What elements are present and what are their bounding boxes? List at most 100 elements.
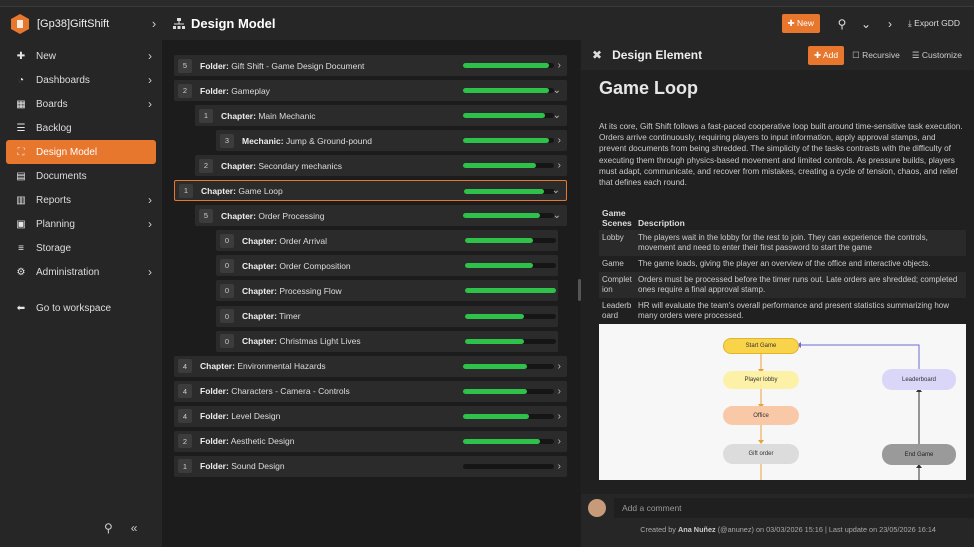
- child-count-badge: 4: [178, 359, 192, 374]
- sidebar-item-boards[interactable]: ▦ Boards ›: [0, 92, 162, 116]
- progress-bar: [463, 113, 554, 119]
- tree-row[interactable]: 0Chapter: Order Composition›: [216, 255, 558, 277]
- chevron-right-icon[interactable]: ›: [558, 135, 561, 146]
- sidebar-item-reports[interactable]: ▥ Reports ›: [0, 188, 162, 212]
- tree-row[interactable]: 4 Folder: Level Design ›: [174, 405, 567, 427]
- progress-bar: [463, 413, 554, 419]
- arrow-left-icon: ⬅: [16, 302, 26, 314]
- footer-author[interactable]: Ana Nuñez: [678, 525, 716, 534]
- pin-icon[interactable]: ⚲: [104, 521, 113, 535]
- sidebar-item-label: Backlog: [36, 122, 72, 134]
- scene-cell: Completion: [599, 272, 635, 299]
- element-description: At its core, Gift Shift follows a fast-p…: [599, 122, 963, 188]
- sidebar: [Gp38]GiftShift › ✚ New › ◔ Dashboards › ▦ Boar…: [0, 7, 162, 547]
- chevron-down-icon[interactable]: ⌄: [553, 85, 561, 96]
- chevron-right-icon[interactable]: ›: [558, 411, 561, 422]
- tree-row[interactable]: 5 Folder: Gift Shift - Game Design Docume…: [174, 55, 567, 76]
- sidebar-item-new[interactable]: ✚ New ›: [0, 44, 162, 68]
- tree-row-kind: Chapter:: [221, 160, 256, 171]
- sidebar-item-backlog[interactable]: ☰ Backlog: [0, 116, 162, 140]
- tree-row[interactable]: 5 Chapter: Order Processing ⌄: [195, 205, 567, 227]
- sidebar-item-documents[interactable]: ▤ Documents: [0, 164, 162, 188]
- close-icon[interactable]: ✖: [592, 48, 602, 62]
- chevron-down-icon[interactable]: ⌄: [553, 110, 561, 121]
- sidebar-item-administration[interactable]: ⚙ Administration ›: [0, 260, 162, 284]
- tree-row-name: Environmental Hazards: [237, 361, 326, 372]
- description-cell: Orders must be processed before the time…: [635, 272, 966, 299]
- tree-row[interactable]: 1 Folder: Sound Design ›: [174, 455, 567, 477]
- sidebar-item-label: Reports: [36, 194, 72, 206]
- chevron-right-icon: ›: [148, 217, 152, 231]
- gear-icon: ⚙: [16, 266, 26, 278]
- sidebar-item-dashboards[interactable]: ◔ Dashboards ›: [0, 68, 162, 92]
- progress-fill: [465, 288, 556, 294]
- chevron-right-icon[interactable]: ›: [558, 361, 561, 372]
- tree-row[interactable]: 2 Folder: Aesthetic Design ›: [174, 430, 567, 452]
- sidebar-item-design-model[interactable]: ⛶ Design Model: [6, 140, 156, 164]
- sidebar-nav: ✚ New › ◔ Dashboards › ▦ Boards › ☰ Backlog ⛶ Design…: [0, 44, 162, 320]
- avatar: [588, 499, 606, 517]
- chevron-right-icon: ›: [148, 73, 152, 87]
- tree-row[interactable]: 4 Folder: Characters - Camera - Controls ›: [174, 380, 567, 402]
- tree-row[interactable]: 0Chapter: Order Arrival›: [216, 230, 558, 252]
- search-icon[interactable]: ⚲: [830, 17, 854, 31]
- progress-bar: [463, 363, 554, 369]
- chevron-right-icon[interactable]: ›: [558, 60, 561, 71]
- calendar-icon: ▣: [16, 218, 26, 230]
- tree-row-name: Aesthetic Design: [230, 436, 295, 447]
- tree-row-name: Gameplay: [231, 85, 270, 96]
- tree-row[interactable]: 2 Chapter: Secondary mechanics ›: [195, 155, 567, 177]
- progress-bar: [463, 438, 554, 444]
- sidebar-item-label: Design Model: [36, 146, 98, 158]
- tree-row-name: Order Arrival: [279, 235, 328, 246]
- hexagon-logo-icon: [11, 13, 29, 34]
- progress-bar: [464, 189, 555, 195]
- export-gdd-button[interactable]: ⤓ Export GDD: [908, 18, 960, 29]
- progress-fill: [463, 438, 541, 444]
- chevron-right-icon[interactable]: ›: [558, 461, 561, 472]
- chevron-right-icon[interactable]: ›: [878, 17, 902, 31]
- tree-row[interactable]: 0Chapter: Christmas Light Lives›: [216, 330, 558, 352]
- project-switcher[interactable]: [Gp38]GiftShift ›: [0, 7, 162, 40]
- customize-button[interactable]: ☰ Customize: [912, 50, 962, 61]
- sidebar-item-storage[interactable]: ≡ Storage: [0, 236, 162, 260]
- tree-row-name: Gift Shift - Game Design Document: [231, 60, 365, 71]
- tree-row-kind: Folder:: [200, 411, 229, 422]
- tree-row[interactable]: 1 Chapter: Main Mechanic ⌄: [195, 105, 567, 127]
- sidebar-item-planning[interactable]: ▣ Planning ›: [0, 212, 162, 236]
- tree-row-kind: Mechanic:: [242, 135, 284, 146]
- child-count-badge: 5: [199, 208, 213, 223]
- tree-row[interactable]: 0Chapter: Processing Flow›: [216, 280, 558, 302]
- progress-fill: [465, 238, 534, 244]
- chevron-right-icon: ›: [148, 193, 152, 207]
- panel-header: ✖ Design Element ✚ Add ☐ Recursive ☰ Cus…: [581, 40, 974, 70]
- sidebar-item-label: New: [36, 50, 57, 62]
- tree-row[interactable]: 0Chapter: Timer›: [216, 305, 558, 327]
- app-root: [Gp38]GiftShift › ✚ New › ◔ Dashboards › ▦ Boar…: [0, 0, 974, 547]
- chevron-down-icon[interactable]: ⌄: [854, 17, 878, 31]
- chevron-down-icon[interactable]: ⌄: [552, 185, 560, 196]
- chevron-right-icon[interactable]: ›: [558, 436, 561, 447]
- chevron-right-icon: ›: [151, 16, 157, 31]
- tree-row[interactable]: 2 Folder: Gameplay ⌄: [174, 80, 567, 102]
- progress-bar: [465, 263, 556, 269]
- chevron-down-icon[interactable]: ⌄: [553, 210, 561, 221]
- go-to-workspace[interactable]: ⬅ Go to workspace: [0, 296, 162, 320]
- new-button[interactable]: ✚ New: [781, 14, 821, 33]
- audit-footer: Created by Ana Nuñez (@anunez) on 03/03/…: [581, 522, 974, 538]
- scene-cell: Leaderboard: [602, 301, 632, 321]
- add-button[interactable]: ✚ Add: [807, 45, 845, 65]
- tree-row[interactable]: 1 Chapter: Game Loop ⌄: [174, 180, 567, 202]
- tree-row-name: Order Composition: [279, 260, 351, 271]
- node-leaderboard: Leaderboard: [882, 369, 956, 391]
- recursive-toggle[interactable]: ☐ Recursive: [852, 50, 900, 61]
- progress-bar: [463, 88, 554, 94]
- progress-bar: [463, 213, 554, 219]
- chevron-right-icon[interactable]: ›: [558, 160, 561, 171]
- tree-row-kind: Folder:: [200, 85, 229, 96]
- collapse-sidebar-icon[interactable]: «: [131, 521, 138, 535]
- chevron-right-icon[interactable]: ›: [558, 386, 561, 397]
- comment-input[interactable]: Add a comment: [614, 498, 974, 518]
- tree-row[interactable]: 4 Chapter: Environmental Hazards ›: [174, 355, 567, 377]
- tree-row[interactable]: 3 Mechanic: Jump & Ground-pound ›: [216, 130, 567, 152]
